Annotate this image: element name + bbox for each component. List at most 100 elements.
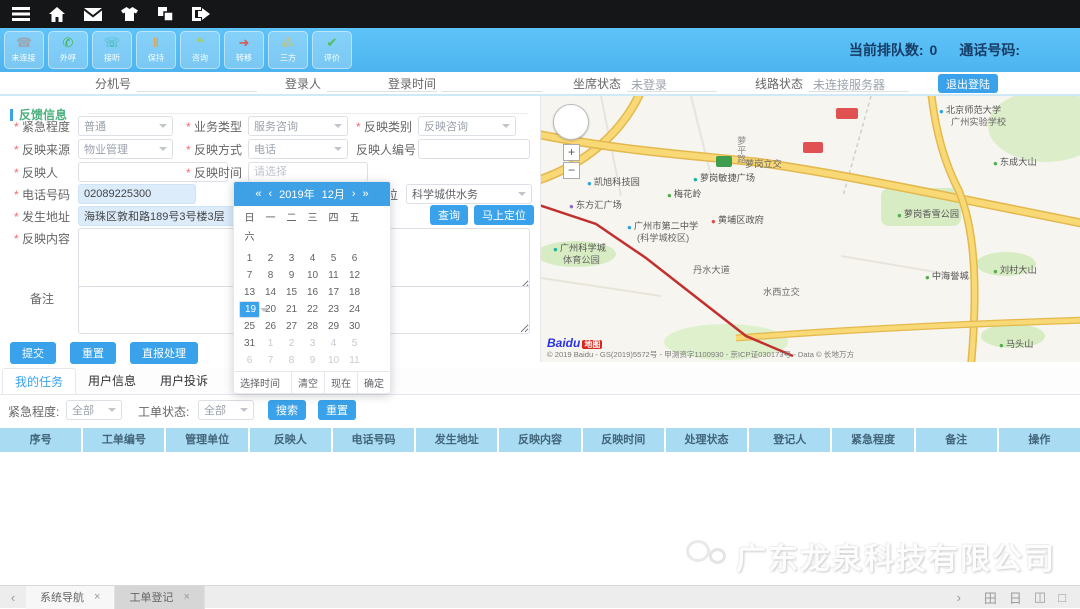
source-select[interactable]: 物业管理	[78, 139, 173, 159]
filter-reset-button[interactable]: 重置	[318, 400, 356, 420]
clear-button[interactable]: 清空	[291, 372, 324, 393]
filter-urgency-select[interactable]: 全部	[66, 400, 122, 420]
map-pan-control[interactable]	[553, 104, 589, 140]
now-button[interactable]: 现在	[324, 372, 357, 393]
pan-up-icon[interactable]	[567, 108, 575, 116]
tab-user-complaint[interactable]: 用户投诉	[148, 368, 220, 394]
filter-status-select[interactable]: 全部	[198, 400, 254, 420]
table-header-cell[interactable]: 备注	[916, 428, 997, 452]
table-header-cell[interactable]: 操作	[999, 428, 1080, 452]
calendar-day[interactable]: 3	[281, 250, 302, 267]
calendar-day[interactable]: 28	[302, 318, 323, 335]
tabs-scroll-right-icon[interactable]: ›	[946, 590, 972, 605]
select-time-link[interactable]: 选择时间	[234, 372, 291, 393]
menu-icon[interactable]	[10, 4, 32, 24]
shirt-icon[interactable]	[118, 4, 140, 24]
urgency-select[interactable]: 普通	[78, 116, 173, 136]
ok-button[interactable]: 确定	[357, 372, 390, 393]
calendar-day[interactable]: 7	[239, 267, 260, 284]
evaluate-button[interactable]: ✔ 评价	[312, 31, 352, 69]
logout-button[interactable]: 退出登陆	[938, 74, 998, 93]
logout-icon[interactable]	[190, 4, 212, 24]
calendar-day[interactable]: 12	[344, 267, 365, 284]
calendar-day[interactable]: 27	[281, 318, 302, 335]
calendar-day[interactable]: 10	[323, 352, 344, 369]
method-select[interactable]: 电话	[248, 139, 348, 159]
calendar-day[interactable]: 4	[302, 250, 323, 267]
calendar-day[interactable]: 11	[344, 352, 365, 369]
prev-month-icon[interactable]: ‹	[268, 188, 272, 200]
table-header-cell[interactable]: 发生地址	[416, 428, 497, 452]
consult-button[interactable]: ❝ 咨询	[180, 31, 220, 69]
calendar-day[interactable]: 1	[260, 335, 281, 352]
map-zoom-in-button[interactable]: +	[563, 144, 580, 161]
calendar-day[interactable]: 3	[302, 335, 323, 352]
calendar-day[interactable]: 8	[260, 267, 281, 284]
calendar-day[interactable]: 9	[302, 352, 323, 369]
bottom-tab[interactable]: 系统导航 ×	[26, 586, 115, 609]
calendar-day[interactable]: 15	[281, 284, 302, 301]
calendar-day[interactable]: 8	[281, 352, 302, 369]
calendar-day[interactable]: 16	[302, 284, 323, 301]
reset-button[interactable]: 重置	[70, 342, 116, 364]
next-year-icon[interactable]: »	[363, 188, 369, 200]
unit-select[interactable]: 科学城供水务	[406, 184, 532, 204]
locate-now-button[interactable]: 马上定位	[474, 205, 534, 225]
table-header-cell[interactable]: 登记人	[749, 428, 830, 452]
address-input[interactable]	[78, 206, 236, 226]
table-header-cell[interactable]: 工单编号	[83, 428, 164, 452]
three-way-button[interactable]: ⁂ 三方	[268, 31, 308, 69]
dial-out-button[interactable]: ✆ 外呼	[48, 31, 88, 69]
category-select[interactable]: 反映咨询	[418, 116, 516, 136]
calendar-day[interactable]: 10	[302, 267, 323, 284]
panel-layout-icon[interactable]	[154, 4, 176, 24]
table-header-cell[interactable]: 序号	[0, 428, 81, 452]
search-button[interactable]: 搜索	[268, 400, 306, 420]
pan-right-icon[interactable]	[577, 118, 585, 126]
calendar-day[interactable]: 23	[323, 301, 344, 318]
calendar-day[interactable]: 25	[239, 318, 260, 335]
transfer-button[interactable]: ➜ 转移	[224, 31, 264, 69]
layout-grid-icon[interactable]: 田	[984, 588, 997, 607]
baidu-map[interactable]: 北京师范大学广州实验学校凯旭科技园东方汇广场萝岗敏捷广场梅花岭广州市第二中学(科…	[540, 96, 1080, 362]
calendar-day[interactable]: 26	[260, 318, 281, 335]
home-icon[interactable]	[46, 4, 68, 24]
layout-hsplit-icon[interactable]: 日	[1009, 588, 1022, 607]
map-zoom-out-button[interactable]: −	[563, 162, 580, 179]
layout-single-icon[interactable]: □	[1058, 590, 1066, 605]
calendar-day[interactable]: 1	[239, 250, 260, 267]
pan-left-icon[interactable]	[557, 118, 565, 126]
reporter-no-input[interactable]	[418, 139, 530, 159]
hold-button[interactable]: Ⅱ 保持	[136, 31, 176, 69]
phone-input[interactable]	[78, 184, 196, 204]
prev-year-icon[interactable]: «	[255, 188, 261, 200]
tab-user-info[interactable]: 用户信息	[76, 368, 148, 394]
agent-status-button[interactable]: ☎ 未连接	[4, 31, 44, 69]
table-header-cell[interactable]: 反映时间	[583, 428, 664, 452]
answer-button[interactable]: ☏ 接听	[92, 31, 132, 69]
calendar-day[interactable]: 7	[260, 352, 281, 369]
table-header-cell[interactable]: 紧急程度	[832, 428, 913, 452]
calendar-day[interactable]: 11	[323, 267, 344, 284]
calendar-day[interactable]: 29	[323, 318, 344, 335]
calendar-day[interactable]: 18	[344, 284, 365, 301]
time-input[interactable]	[248, 162, 368, 182]
next-month-icon[interactable]: ›	[352, 188, 356, 200]
calendar-day[interactable]: 31	[239, 335, 260, 352]
table-header-cell[interactable]: 电话号码	[333, 428, 414, 452]
calendar-day[interactable]: 19	[239, 301, 260, 318]
calendar-day[interactable]: 30	[344, 318, 365, 335]
calendar-day[interactable]: 20	[260, 301, 281, 318]
close-icon[interactable]: ×	[183, 591, 189, 603]
tab-my-tasks[interactable]: 我的任务	[2, 368, 76, 394]
calendar-day[interactable]: 24	[344, 301, 365, 318]
table-header-cell[interactable]: 处理状态	[666, 428, 747, 452]
calendar-day[interactable]: 13	[239, 284, 260, 301]
submit-button[interactable]: 提交	[10, 342, 56, 364]
calendar-day[interactable]: 9	[281, 267, 302, 284]
table-header-cell[interactable]: 反映人	[250, 428, 331, 452]
calendar-month[interactable]: 12月	[322, 186, 345, 202]
calendar-day[interactable]: 5	[344, 335, 365, 352]
calendar-day[interactable]: 5	[323, 250, 344, 267]
calendar-day[interactable]: 14	[260, 284, 281, 301]
